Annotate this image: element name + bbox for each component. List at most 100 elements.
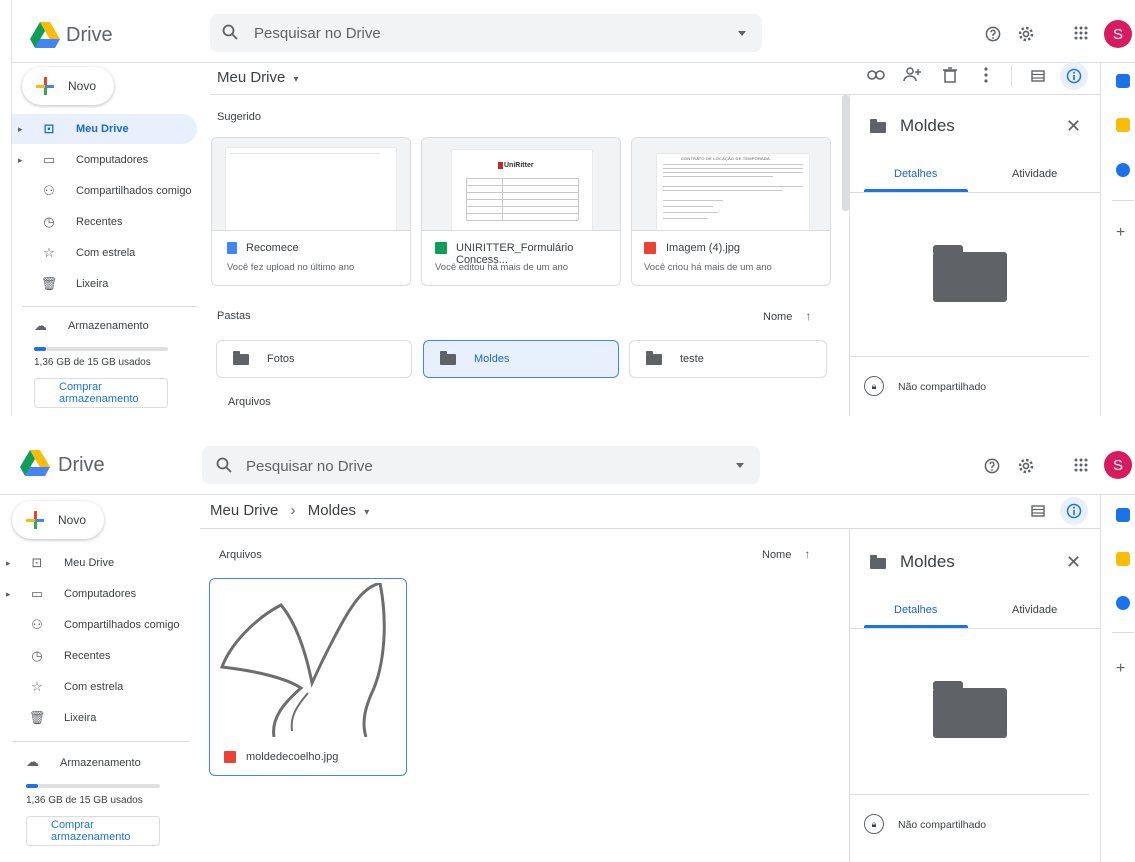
sidebar-item-trash[interactable]: 🗑︎ Lixeira	[12, 269, 197, 299]
avatar[interactable]: S	[1104, 451, 1132, 479]
tab-activity[interactable]: Atividade	[1012, 604, 1057, 616]
help-icon[interactable]	[984, 458, 1000, 474]
keep-icon[interactable]	[1116, 118, 1130, 132]
sidebar-item-label: Recentes	[64, 650, 111, 662]
details-title: Moldes	[900, 116, 955, 135]
search-placeholder[interactable]: Pesquisar no Drive	[246, 458, 373, 475]
sidebar-item-my-drive[interactable]: ▸ ⊡ Meu Drive	[0, 548, 190, 578]
app-name: Drive	[66, 24, 113, 46]
sidebar-item-label: Meu Drive	[76, 123, 129, 135]
add-addon-icon[interactable]: +	[1116, 660, 1125, 678]
list-view-icon[interactable]	[1031, 504, 1045, 522]
sidebar-item-shared[interactable]: ⚇ Compartilhados comigo	[12, 176, 197, 206]
settings-gear-icon[interactable]	[1017, 457, 1035, 475]
sidebar-item-recent[interactable]: ◷ Recentes	[12, 207, 197, 237]
sidebar-item-trash[interactable]: 🗑︎ Lixeira	[0, 703, 190, 733]
sidebar-divider	[22, 306, 197, 307]
suggested-card-uniritter[interactable]: UniRitter UNIRITTER_Formulário Concess..…	[421, 137, 621, 286]
page-title: Meu Drive	[217, 69, 286, 86]
search-options-icon[interactable]	[738, 31, 746, 36]
breadcrumb-my-drive[interactable]: Meu Drive	[210, 502, 278, 519]
add-addon-icon[interactable]: +	[1116, 224, 1125, 242]
sharing-status: Não compartilhado	[898, 819, 987, 831]
keep-icon[interactable]	[1116, 552, 1130, 566]
more-options-icon[interactable]	[984, 67, 988, 88]
expand-caret-icon[interactable]: ▸	[6, 558, 11, 569]
storage-bar-fill	[26, 784, 39, 788]
settings-gear-icon[interactable]	[1017, 25, 1035, 43]
calendar-icon[interactable]	[1116, 74, 1130, 88]
link-icon[interactable]	[867, 69, 885, 81]
sidebar-item-shared[interactable]: ⚇ Compartilhados comigo	[0, 610, 190, 640]
storage-bar-fill	[34, 347, 47, 351]
arrow-up-icon[interactable]: ↑	[805, 309, 811, 323]
expand-caret-icon[interactable]: ▸	[18, 124, 23, 135]
expand-caret-icon[interactable]: ▸	[18, 155, 23, 166]
folder-icon	[870, 555, 886, 569]
expand-caret-icon[interactable]: ▸	[6, 589, 11, 600]
apps-grid-icon[interactable]	[1074, 26, 1088, 45]
delete-icon[interactable]	[943, 67, 957, 83]
header-divider	[12, 62, 1135, 63]
tab-details[interactable]: Detalhes	[894, 604, 937, 616]
form-preview: UniRitter	[452, 150, 592, 230]
dropdown-caret-icon[interactable]: ▾	[364, 507, 369, 518]
screenshot-bottom: Drive Pesquisar no Drive S Novo ▸ ⊡ Meu …	[0, 434, 1135, 862]
search-bar[interactable]: Pesquisar no Drive	[202, 446, 760, 484]
folder-teste[interactable]: teste	[629, 340, 827, 378]
tab-activity[interactable]: Atividade	[1012, 168, 1057, 180]
sidebar-item-label: Meu Drive	[64, 557, 115, 569]
share-person-icon[interactable]	[903, 66, 921, 82]
suggested-card-recomece[interactable]: Recomece Você fez upload no último ano	[211, 137, 411, 286]
calendar-icon[interactable]	[1116, 508, 1130, 522]
folder-icon	[870, 119, 886, 133]
new-button[interactable]: Novo	[22, 67, 114, 105]
search-placeholder[interactable]: Pesquisar no Drive	[254, 25, 381, 42]
content-scrollbar[interactable]	[842, 95, 849, 211]
sort-by-name[interactable]: Nome ↑	[762, 547, 810, 561]
folder-moldes[interactable]: Moldes	[423, 340, 619, 378]
storage-label[interactable]: Armazenamento	[60, 757, 141, 769]
side-panel-border	[1100, 494, 1101, 862]
tasks-icon[interactable]	[1116, 596, 1130, 610]
details-toggle-button[interactable]	[1060, 62, 1088, 90]
breadcrumb-moldes[interactable]: Moldes	[308, 502, 356, 519]
file-card-moldedecoelho[interactable]: moldedecoelho.jpg	[209, 578, 407, 776]
folder-fotos[interactable]: Fotos	[216, 340, 412, 378]
tasks-icon[interactable]	[1116, 163, 1130, 177]
drive-logo-icon[interactable]	[20, 450, 50, 481]
drive-logo-icon[interactable]	[30, 22, 60, 53]
sidebar-item-label: Lixeira	[76, 278, 109, 290]
breadcrumb-my-drive[interactable]: Meu Drive ▾	[217, 69, 299, 86]
sidebar-item-computers[interactable]: ▸ ▭ Computadores	[0, 579, 190, 609]
search-icon[interactable]	[216, 457, 232, 473]
search-options-icon[interactable]	[736, 463, 744, 468]
file-activity: Você editou há mais de um ano	[435, 262, 569, 273]
sort-by-name[interactable]: Nome ↑	[763, 309, 811, 323]
sidebar-item-my-drive[interactable]: ▸ ⊡ Meu Drive	[12, 114, 197, 144]
storage-label[interactable]: Armazenamento	[68, 320, 149, 332]
file-name: moldedecoelho.jpg	[246, 751, 339, 763]
toolbar-divider	[1011, 66, 1012, 86]
buy-storage-button[interactable]: Comprar armazenamento	[26, 816, 160, 846]
help-icon[interactable]	[985, 26, 1001, 42]
suggested-card-imagem[interactable]: CONTRATO DE LOCAÇÃO DE TEMPORADA Imagem …	[631, 137, 831, 286]
arrow-up-icon[interactable]: ↑	[804, 547, 810, 561]
sidebar-item-recent[interactable]: ◷ Recentes	[0, 641, 190, 671]
details-toggle-button[interactable]	[1060, 497, 1088, 525]
apps-grid-icon[interactable]	[1074, 458, 1088, 477]
tab-details[interactable]: Detalhes	[894, 168, 937, 180]
sidebar-item-starred[interactable]: ☆ Com estrela	[0, 672, 190, 702]
new-button[interactable]: Novo	[12, 501, 104, 539]
star-icon: ☆	[31, 679, 43, 694]
search-icon[interactable]	[222, 24, 238, 40]
list-view-icon[interactable]	[1031, 69, 1045, 87]
buy-storage-button[interactable]: Comprar armazenamento	[34, 378, 168, 408]
search-bar[interactable]: Pesquisar no Drive	[210, 14, 762, 52]
close-icon[interactable]: ✕	[1066, 552, 1081, 573]
avatar[interactable]: S	[1104, 20, 1132, 48]
sidebar-item-computers[interactable]: ▸ ▭ Computadores	[12, 145, 197, 175]
sidebar-item-starred[interactable]: ☆ Com estrela	[12, 238, 197, 268]
files-heading: Arquivos	[219, 549, 262, 561]
close-icon[interactable]: ✕	[1066, 116, 1081, 137]
